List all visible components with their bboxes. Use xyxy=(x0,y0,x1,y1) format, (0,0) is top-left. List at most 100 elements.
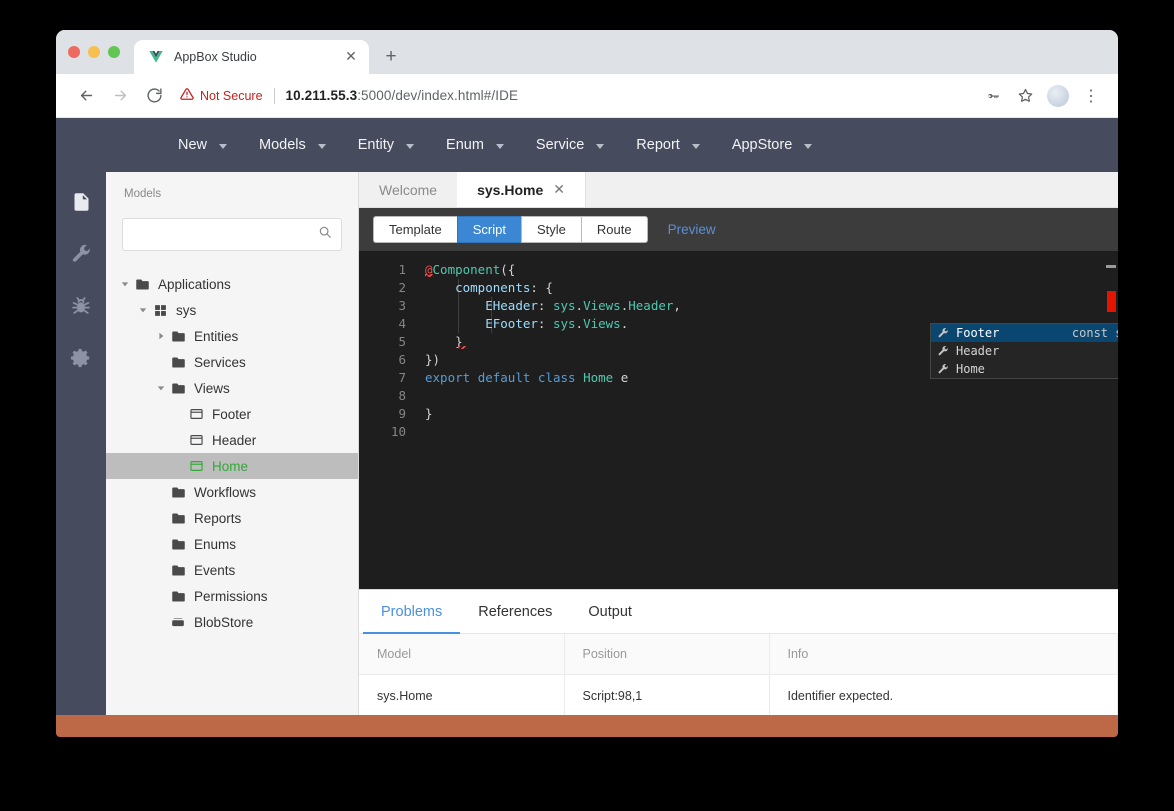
folder-icon xyxy=(168,355,188,370)
browser-tab[interactable]: AppBox Studio ✕ xyxy=(134,40,369,74)
models-tree: Applications sys Entities Services Views Foot… xyxy=(106,271,358,635)
tree-item-home[interactable]: Home xyxy=(106,453,358,479)
problems-table-body: sys.Home Script:98,1 Identifier expected… xyxy=(359,674,1118,718)
blobstore-icon xyxy=(168,615,188,629)
line-number: 6 xyxy=(398,352,406,367)
tree-item-permissions[interactable]: Permissions xyxy=(106,583,358,609)
file-icon[interactable] xyxy=(65,186,97,218)
tree-item-label: Footer xyxy=(212,406,252,422)
chevron-down-icon[interactable] xyxy=(154,384,168,392)
table-row[interactable]: sys.Home Script:98,1 Identifier expected… xyxy=(359,674,1118,718)
chevron-down-icon xyxy=(406,143,415,149)
error-marker[interactable] xyxy=(1107,291,1116,312)
tree-item-sys[interactable]: sys xyxy=(106,297,358,323)
bug-icon[interactable] xyxy=(65,290,97,322)
autocomplete-item-home[interactable]: Home xyxy=(931,360,1118,378)
menu-item-models[interactable]: Models xyxy=(243,118,342,172)
avatar[interactable] xyxy=(1047,84,1069,107)
wrench-icon[interactable] xyxy=(65,238,97,270)
search-input[interactable] xyxy=(122,218,342,251)
menu-item-enum[interactable]: Enum xyxy=(430,118,520,172)
editor-overview-ruler[interactable] xyxy=(1104,251,1118,589)
tree-item-reports[interactable]: Reports xyxy=(106,505,358,531)
tree-item-label: Applications xyxy=(158,276,231,292)
chevron-down-icon xyxy=(317,143,326,149)
chevron-right-icon[interactable] xyxy=(154,332,168,340)
key-icon[interactable] xyxy=(980,83,1006,109)
menu-item-appstore[interactable]: AppStore xyxy=(716,118,828,172)
minimize-window-button[interactable] xyxy=(88,46,100,58)
models-panel-title: Models xyxy=(124,188,162,200)
autocomplete-label: Header xyxy=(956,344,1000,358)
close-icon[interactable]: ✕ xyxy=(343,49,359,65)
tree-item-workflows[interactable]: Workflows xyxy=(106,479,358,505)
menu-item-entity[interactable]: Entity xyxy=(342,118,430,172)
tree-item-footer[interactable]: Footer xyxy=(106,401,358,427)
autocomplete-popup[interactable]: Footer const sys.Views.Footer: Promise<a… xyxy=(930,323,1118,379)
tree-item-entities[interactable]: Entities xyxy=(106,323,358,349)
cell-model: sys.Home xyxy=(359,674,565,718)
models-search-wrap xyxy=(106,212,358,251)
editor-tab-welcome[interactable]: Welcome xyxy=(359,172,457,207)
mode-button-template[interactable]: Template xyxy=(373,216,457,243)
chevron-down-icon xyxy=(691,143,700,149)
browser-menu-button[interactable]: ⋮ xyxy=(1078,83,1104,109)
url-host: 10.211.55.3 xyxy=(285,88,358,103)
chevron-down-icon[interactable] xyxy=(136,306,150,314)
warning-triangle-icon xyxy=(180,87,194,104)
autocomplete-label: Home xyxy=(956,362,985,376)
menu-label: Report xyxy=(636,137,680,153)
line-number: 5 xyxy=(398,334,406,349)
new-tab-button[interactable]: + xyxy=(377,43,405,71)
preview-link[interactable]: Preview xyxy=(668,222,716,237)
chevron-down-icon xyxy=(596,143,605,149)
editor-tab-label: sys.Home xyxy=(477,181,544,198)
tree-item-applications[interactable]: Applications xyxy=(106,271,358,297)
address-bar[interactable]: Not Secure 10.211.55.3:5000/dev/index.ht… xyxy=(180,82,974,110)
column-header-model[interactable]: Model xyxy=(359,634,565,675)
code-line-2: components: { xyxy=(455,280,553,295)
autocomplete-detail-wrap: const sys.Views.Footer: Promise<any> ⓘ xyxy=(1072,324,1118,342)
star-icon[interactable] xyxy=(1012,83,1038,109)
autocomplete-item-header[interactable]: Header xyxy=(931,342,1118,360)
not-secure-indicator[interactable]: Not Secure xyxy=(180,87,263,104)
close-window-button[interactable] xyxy=(68,46,80,58)
gear-icon[interactable] xyxy=(65,342,97,374)
vue-logo-icon xyxy=(148,49,164,65)
back-button[interactable] xyxy=(72,82,100,110)
column-header-position[interactable]: Position xyxy=(564,634,770,675)
maximize-window-button[interactable] xyxy=(108,46,120,58)
tree-item-header[interactable]: Header xyxy=(106,427,358,453)
mode-button-script[interactable]: Script xyxy=(456,216,521,243)
tree-item-blobstore[interactable]: BlobStore xyxy=(106,609,358,635)
mode-button-style[interactable]: Style xyxy=(520,216,581,243)
tab-output[interactable]: Output xyxy=(570,590,650,634)
tree-item-services[interactable]: Services xyxy=(106,349,358,375)
folder-icon xyxy=(168,589,188,604)
autocomplete-item-footer[interactable]: Footer const sys.Views.Footer: Promise<a… xyxy=(931,324,1118,342)
tree-item-events[interactable]: Events xyxy=(106,557,358,583)
menu-item-report[interactable]: Report xyxy=(620,118,716,172)
editor-tab-sys-home[interactable]: sys.Home ✕ xyxy=(457,172,586,207)
column-header-info[interactable]: Info xyxy=(769,634,1118,675)
browser-tab-strip: AppBox Studio ✕ + xyxy=(56,30,1118,74)
chevron-down-icon[interactable] xyxy=(118,280,132,288)
code-editor[interactable]: 1 2 3 4 5 6 7 8 9 10 @Component({ components: { E… xyxy=(359,251,1118,589)
mode-button-route[interactable]: Route xyxy=(580,216,648,243)
tab-problems[interactable]: Problems xyxy=(363,590,460,634)
models-panel: Models Applications sys Entities Services Vi… xyxy=(106,172,359,737)
menu-label: Entity xyxy=(357,137,395,153)
tab-references[interactable]: References xyxy=(460,590,570,634)
close-icon[interactable]: ✕ xyxy=(553,181,565,198)
scrollbar-thumb[interactable] xyxy=(1106,265,1116,268)
search-icon xyxy=(318,225,332,244)
menu-item-service[interactable]: Service xyxy=(520,118,620,172)
view-icon xyxy=(186,407,206,421)
tree-item-views[interactable]: Views xyxy=(106,375,358,401)
tree-item-enums[interactable]: Enums xyxy=(106,531,358,557)
forward-button[interactable] xyxy=(106,82,134,110)
search-input-field[interactable] xyxy=(134,227,318,242)
menu-item-new[interactable]: New xyxy=(162,118,243,172)
reload-button[interactable] xyxy=(140,82,168,110)
menu-label: Enum xyxy=(446,137,484,153)
